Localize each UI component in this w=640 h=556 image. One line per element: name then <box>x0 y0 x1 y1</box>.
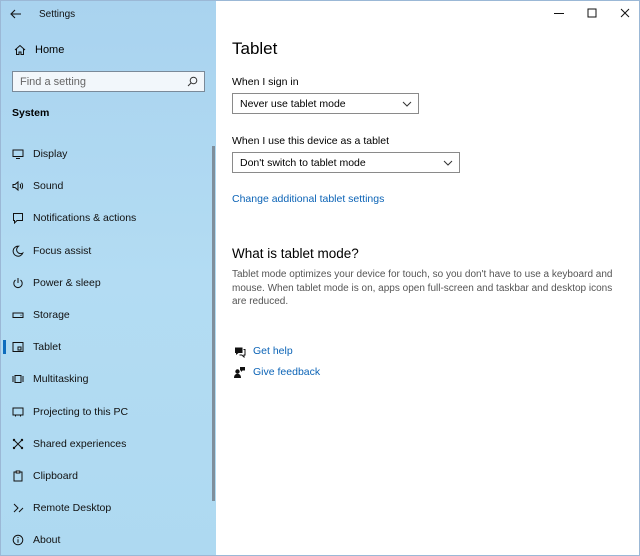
sidebar-item-projecting[interactable]: Projecting to this PC <box>1 396 214 428</box>
display-icon <box>11 147 25 161</box>
app-title: Settings <box>39 8 76 20</box>
sidebar-item-label: Tablet <box>33 341 62 354</box>
sidebar-home[interactable]: Home <box>1 39 216 61</box>
sidebar-item-clipboard[interactable]: Clipboard <box>1 460 214 492</box>
page-title: Tablet <box>232 39 278 58</box>
sign-in-dropdown[interactable]: Never use tablet mode <box>232 93 419 114</box>
sidebar-item-label: Remote Desktop <box>33 502 112 515</box>
search-icon[interactable] <box>186 76 198 88</box>
minimize-icon <box>553 13 564 14</box>
sidebar-item-remote-desktop[interactable]: Remote Desktop <box>1 492 214 524</box>
chevron-down-icon <box>402 101 412 107</box>
close-icon <box>620 8 629 18</box>
remote-desktop-icon <box>11 501 25 515</box>
sidebar-scrollbar[interactable] <box>212 146 215 501</box>
maximize-button[interactable] <box>575 1 608 25</box>
additional-tablet-settings-link[interactable]: Change additional tablet settings <box>232 193 384 205</box>
sidebar-item-storage[interactable]: Storage <box>1 299 214 331</box>
sidebar-section-heading: System <box>12 107 50 119</box>
sidebar-item-shared-experiences[interactable]: Shared experiences <box>1 428 214 460</box>
back-arrow-icon <box>10 9 21 19</box>
power-icon <box>11 276 25 290</box>
give-feedback-link[interactable]: Give feedback <box>232 365 320 379</box>
moon-icon <box>11 244 25 258</box>
maximize-icon <box>587 8 596 18</box>
as-tablet-dropdown[interactable]: Don't switch to tablet mode <box>232 152 460 173</box>
give-feedback-label: Give feedback <box>253 366 321 378</box>
get-help-label: Get help <box>253 345 293 357</box>
window-controls <box>542 1 639 27</box>
sidebar-item-display[interactable]: Display <box>1 138 214 170</box>
content-pane: Tablet When I sign in Never use tablet m… <box>216 1 639 555</box>
search-input[interactable] <box>20 75 180 88</box>
sidebar-item-label: Notifications & actions <box>33 212 137 225</box>
settings-window: Settings Home System Display Sound <box>0 0 640 556</box>
sign-in-label: When I sign in <box>232 76 299 88</box>
tablet-icon <box>11 340 25 354</box>
sidebar-item-label: Power & sleep <box>33 276 101 289</box>
tablet-mode-description: Tablet mode optimizes your device for to… <box>232 269 613 307</box>
sidebar-item-label: Focus assist <box>33 244 92 257</box>
sidebar-item-label: Display <box>33 148 68 161</box>
sidebar-item-label: Storage <box>33 309 70 322</box>
multitasking-icon <box>11 372 25 386</box>
sidebar-item-multitasking[interactable]: Multitasking <box>1 363 214 395</box>
what-is-tablet-mode-heading: What is tablet mode? <box>232 246 359 261</box>
sidebar-item-label: Clipboard <box>33 469 78 482</box>
info-icon <box>11 533 25 547</box>
storage-icon <box>11 308 25 322</box>
back-button[interactable] <box>1 1 31 27</box>
close-button[interactable] <box>608 1 639 25</box>
speaker-icon <box>11 179 25 193</box>
sidebar-item-label: About <box>33 534 61 547</box>
projecting-icon <box>11 405 25 419</box>
shared-experiences-icon <box>11 437 25 451</box>
feedback-icon <box>232 365 246 379</box>
sidebar-item-label: Multitasking <box>33 373 89 386</box>
sidebar-nav: Display Sound Notifications & actions Fo… <box>1 138 214 555</box>
home-icon <box>13 43 27 57</box>
get-help-link[interactable]: Get help <box>232 344 293 358</box>
as-tablet-value: Don't switch to tablet mode <box>240 156 366 169</box>
sidebar-item-about[interactable]: About <box>1 524 214 555</box>
sidebar-item-label: Shared experiences <box>33 437 127 450</box>
clipboard-icon <box>11 469 25 483</box>
sidebar-item-power-sleep[interactable]: Power & sleep <box>1 267 214 299</box>
sidebar-item-label: Projecting to this PC <box>33 405 129 418</box>
chevron-down-icon <box>443 160 453 166</box>
notifications-icon <box>11 211 25 225</box>
as-tablet-label: When I use this device as a tablet <box>232 135 390 147</box>
sidebar-item-label: Sound <box>33 180 64 193</box>
sidebar-item-tablet[interactable]: Tablet <box>1 331 214 363</box>
help-chat-icon <box>232 344 246 358</box>
sidebar-item-sound[interactable]: Sound <box>1 170 214 202</box>
home-label: Home <box>35 44 65 56</box>
title-bar: Settings <box>1 1 216 27</box>
sidebar-item-focus-assist[interactable]: Focus assist <box>1 235 214 267</box>
minimize-button[interactable] <box>542 1 575 25</box>
sidebar-item-notifications[interactable]: Notifications & actions <box>1 202 214 234</box>
search-box[interactable] <box>12 71 205 92</box>
sign-in-value: Never use tablet mode <box>240 97 346 110</box>
sidebar: Settings Home System Display Sound <box>1 1 216 555</box>
